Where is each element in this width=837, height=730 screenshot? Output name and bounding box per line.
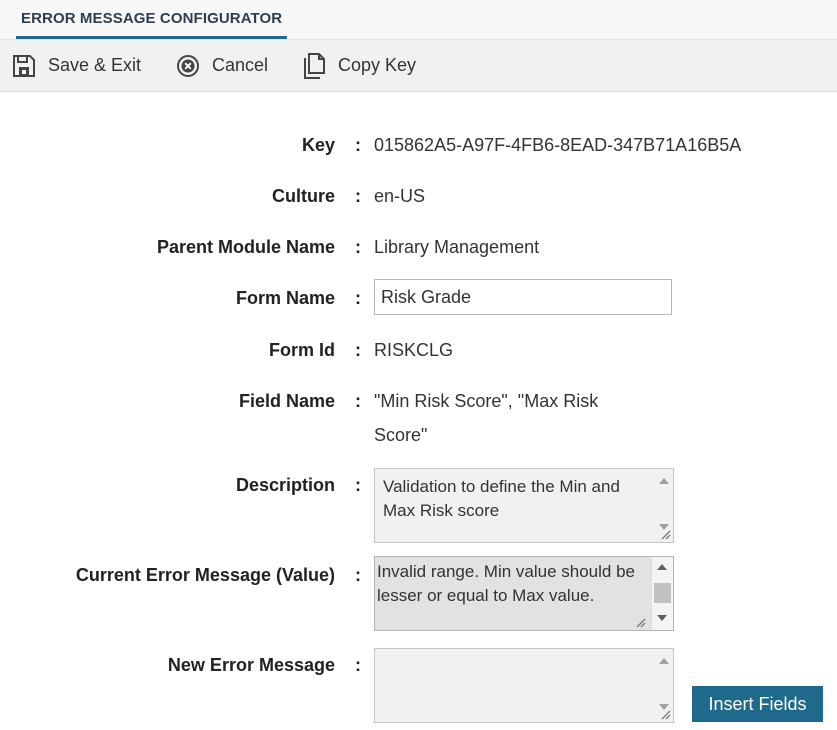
resize-grip-icon[interactable] <box>659 528 671 540</box>
key-colon: : <box>355 135 361 155</box>
parent-module-colon: : <box>355 237 361 257</box>
form-id-colon: : <box>355 340 361 360</box>
form-name-label: Form Name <box>235 288 335 308</box>
scroll-up-icon[interactable] <box>659 478 669 484</box>
current-error-label: Current Error Message (Value) <box>75 565 335 585</box>
culture-value: en-US <box>374 186 426 206</box>
scroll-thumb[interactable] <box>654 583 671 603</box>
new-error-textarea[interactable] <box>374 648 674 723</box>
scroll-up-icon[interactable] <box>657 564 667 570</box>
description-text: Validation to define the Min and Max Ris… <box>383 477 620 520</box>
resize-grip-icon[interactable] <box>659 708 671 720</box>
new-error-label: New Error Message <box>167 655 335 675</box>
key-value: 015862A5-A97F-4FB6-8EAD-347B71A16B5A <box>374 135 742 155</box>
parent-module-value: Library Management <box>374 237 540 257</box>
parent-module-label: Parent Module Name <box>156 237 335 257</box>
save-exit-label: Save & Exit <box>48 55 142 75</box>
form-id-value: RISKCLG <box>374 340 454 360</box>
key-label: Key <box>301 135 335 155</box>
cancel-icon <box>177 54 199 77</box>
insert-fields-button[interactable]: Insert Fields <box>692 686 823 722</box>
field-name-label: Field Name <box>238 391 335 411</box>
scroll-up-icon[interactable] <box>659 658 669 664</box>
current-error-scrollbar[interactable] <box>651 557 673 630</box>
form-id-label: Form Id <box>269 340 335 360</box>
save-icon <box>13 54 35 77</box>
field-name-value: "Min Risk Score", "Max Risk Score" <box>374 391 599 445</box>
tab-error-message-configurator[interactable]: ERROR MESSAGE CONFIGURATOR <box>16 0 288 39</box>
scroll-down-icon[interactable] <box>657 615 667 621</box>
form-name-colon: : <box>355 288 361 308</box>
culture-label: Culture <box>272 186 335 206</box>
copy-key-button[interactable]: Copy Key <box>304 40 416 91</box>
current-error-text: Invalid range. Min value should be lesse… <box>377 562 635 605</box>
description-colon: : <box>355 475 361 495</box>
new-error-colon: : <box>355 655 361 675</box>
save-exit-button[interactable]: Save & Exit <box>12 40 141 91</box>
current-error-colon: : <box>355 565 361 585</box>
resize-grip-icon[interactable] <box>634 616 646 628</box>
toolbar: Save & Exit Cancel Copy Key <box>0 40 837 92</box>
culture-colon: : <box>355 186 361 206</box>
copy-icon <box>304 52 325 79</box>
description-textarea[interactable]: Validation to define the Min and Max Ris… <box>374 468 674 543</box>
tab-bar: ERROR MESSAGE CONFIGURATOR <box>0 0 837 40</box>
form-name-input[interactable] <box>374 279 672 315</box>
cancel-label: Cancel <box>212 55 269 75</box>
cancel-button[interactable]: Cancel <box>176 40 268 91</box>
field-name-colon: : <box>355 391 361 411</box>
description-label: Description <box>235 475 335 495</box>
current-error-textarea[interactable]: Invalid range. Min value should be lesse… <box>374 556 674 631</box>
copy-key-label: Copy Key <box>338 55 417 75</box>
